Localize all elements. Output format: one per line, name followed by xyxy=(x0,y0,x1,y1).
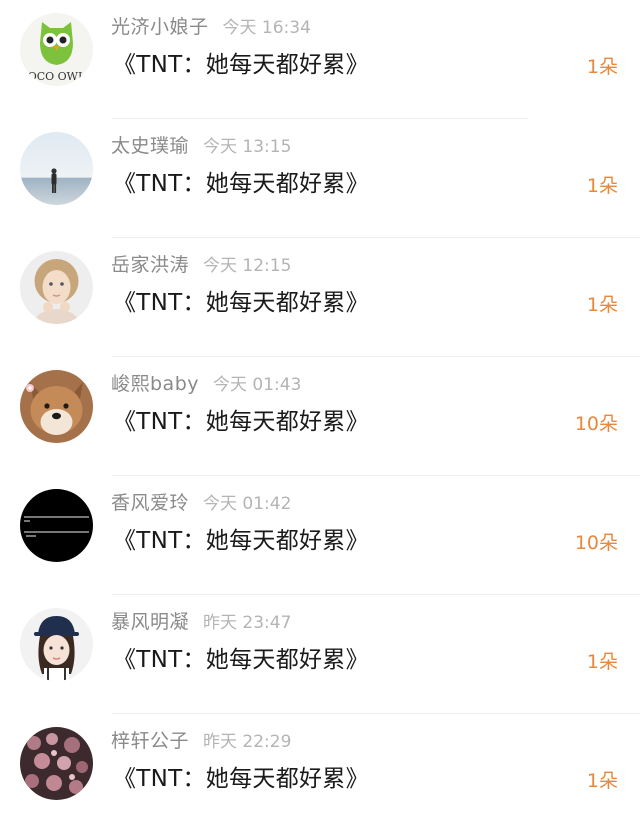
avatar[interactable] xyxy=(20,608,93,681)
list-item[interactable]: 香风爱玲 今天 01:42 《TNT：她每天都好累》 10朵 xyxy=(0,476,640,595)
avatar[interactable] xyxy=(20,370,93,443)
black-text-icon xyxy=(20,489,93,562)
avatar[interactable] xyxy=(20,489,93,562)
shiba-dog-icon xyxy=(20,370,93,443)
item-title[interactable]: 《TNT：她每天都好累》 xyxy=(113,283,369,317)
user-name[interactable]: 岳家洪涛 xyxy=(111,254,189,276)
girl-cap-icon xyxy=(20,608,93,681)
item-title[interactable]: 《TNT：她每天都好累》 xyxy=(113,45,369,79)
timestamp: 今天 01:43 xyxy=(213,375,302,395)
avatar[interactable] xyxy=(20,132,93,205)
flower-count: 10朵 xyxy=(574,532,618,554)
list-item[interactable]: OCO OWL 光济小娘子 今天 16:34 《TNT：她每天都好累》 1朵 xyxy=(0,0,640,119)
timestamp: 今天 16:34 xyxy=(222,18,311,38)
pink-flowers-icon xyxy=(20,727,93,800)
flower-count: 1朵 xyxy=(586,770,618,792)
timestamp: 今天 12:15 xyxy=(203,256,292,276)
avatar[interactable]: OCO OWL xyxy=(20,13,93,86)
gift-list: OCO OWL 光济小娘子 今天 16:34 《TNT：她每天都好累》 1朵 太… xyxy=(0,0,640,816)
user-name[interactable]: 太史璞瑜 xyxy=(111,135,189,157)
timestamp: 昨天 22:29 xyxy=(203,732,292,752)
list-item[interactable]: 太史璞瑜 今天 13:15 《TNT：她每天都好累》 1朵 xyxy=(0,119,640,238)
timestamp: 昨天 23:47 xyxy=(203,613,292,633)
avatar[interactable] xyxy=(20,251,93,324)
user-name[interactable]: 峻熙baby xyxy=(111,373,199,395)
flower-count: 1朵 xyxy=(586,56,618,78)
svg-text:OCO OWL: OCO OWL xyxy=(28,70,86,83)
flower-count: 1朵 xyxy=(586,175,618,197)
list-item[interactable]: 峻熙baby 今天 01:43 《TNT：她每天都好累》 10朵 xyxy=(0,357,640,476)
owl-logo-icon: OCO OWL xyxy=(20,13,93,86)
child-portrait-icon xyxy=(20,251,93,324)
flower-count: 1朵 xyxy=(586,651,618,673)
timestamp: 今天 13:15 xyxy=(203,137,292,157)
item-title[interactable]: 《TNT：她每天都好累》 xyxy=(113,164,369,198)
list-item[interactable]: 梓轩公子 昨天 22:29 《TNT：她每天都好累》 1朵 xyxy=(0,714,640,833)
item-title[interactable]: 《TNT：她每天都好累》 xyxy=(113,640,369,674)
user-name[interactable]: 梓轩公子 xyxy=(111,730,189,752)
list-item[interactable]: 岳家洪涛 今天 12:15 《TNT：她每天都好累》 1朵 xyxy=(0,238,640,357)
item-title[interactable]: 《TNT：她每天都好累》 xyxy=(113,759,369,793)
flower-count: 1朵 xyxy=(586,294,618,316)
seaside-figure-icon xyxy=(20,132,93,205)
user-name[interactable]: 香风爱玲 xyxy=(111,492,189,514)
item-title[interactable]: 《TNT：她每天都好累》 xyxy=(113,402,369,436)
list-item[interactable]: 暴风明凝 昨天 23:47 《TNT：她每天都好累》 1朵 xyxy=(0,595,640,714)
timestamp: 今天 01:42 xyxy=(203,494,292,514)
user-name[interactable]: 暴风明凝 xyxy=(111,611,189,633)
user-name[interactable]: 光济小娘子 xyxy=(111,16,209,38)
avatar[interactable] xyxy=(20,727,93,800)
flower-count: 10朵 xyxy=(574,413,618,435)
item-title[interactable]: 《TNT：她每天都好累》 xyxy=(113,521,369,555)
